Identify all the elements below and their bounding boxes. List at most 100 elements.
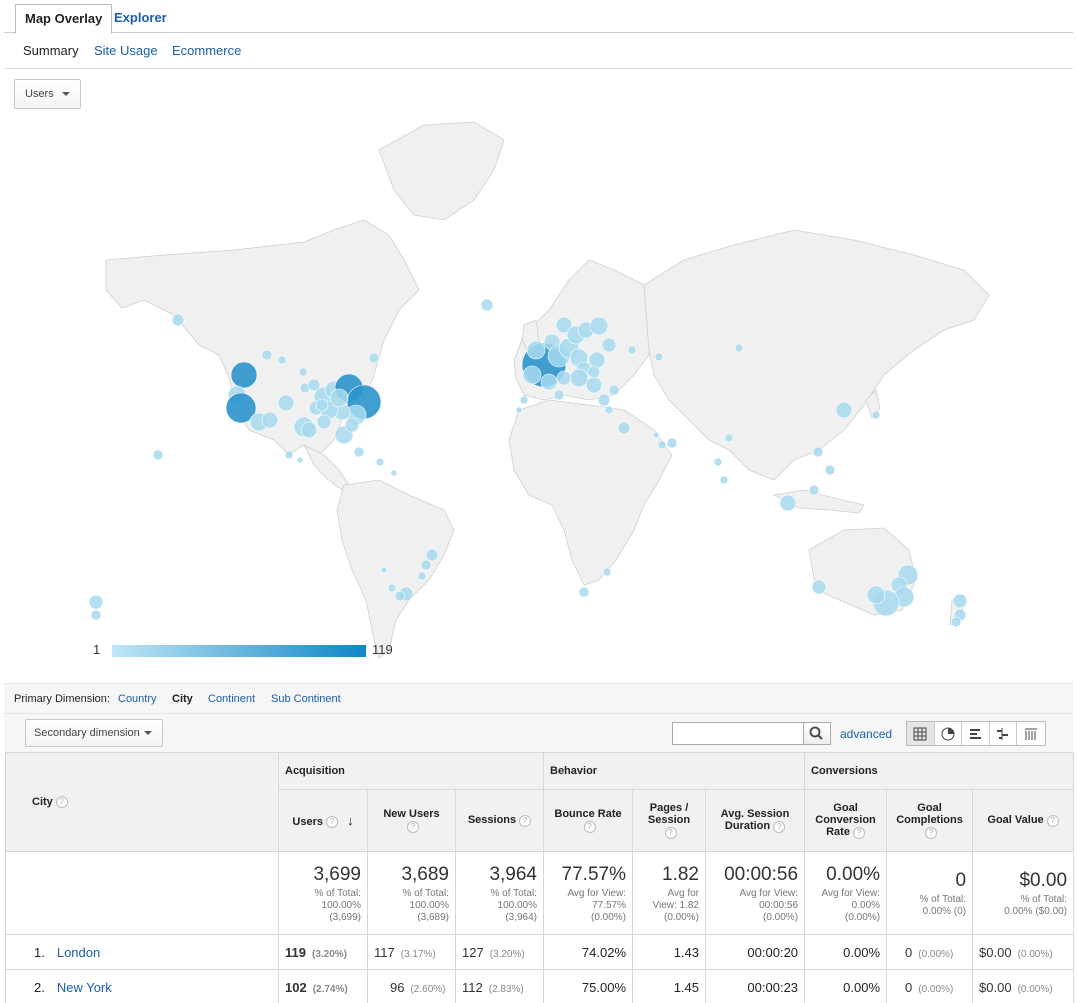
help-icon[interactable]: ? (664, 826, 677, 839)
column-header-new-users[interactable]: New Users? (367, 789, 456, 852)
city-bubble[interactable] (540, 373, 558, 391)
city-bubble[interactable] (390, 469, 398, 477)
city-bubble[interactable] (329, 388, 349, 408)
view-comparison-button[interactable] (990, 722, 1018, 745)
city-bubble[interactable] (300, 421, 318, 439)
help-icon[interactable]: ? (773, 820, 786, 833)
city-bubble[interactable] (724, 433, 734, 443)
help-icon[interactable]: ? (925, 826, 938, 839)
city-bubble[interactable] (811, 579, 827, 595)
help-icon[interactable]: ? (852, 826, 865, 839)
city-bubble[interactable] (261, 411, 279, 429)
city-bubble[interactable] (380, 566, 388, 574)
city-bubble[interactable] (515, 406, 523, 414)
dimension-continent[interactable]: Continent (208, 693, 255, 705)
city-bubble[interactable] (152, 449, 164, 461)
column-header-goal-conversion[interactable]: Goal Conversion Rate? (804, 789, 888, 852)
help-icon[interactable]: ? (519, 814, 532, 827)
metric-selector-dropdown[interactable]: Users (14, 79, 81, 109)
city-bubble[interactable] (950, 616, 962, 628)
city-bubble[interactable] (315, 398, 329, 412)
column-header-bounce-rate[interactable]: Bounce Rate? (543, 789, 633, 852)
city-bubble[interactable] (713, 457, 723, 467)
city-bubble[interactable] (425, 548, 439, 562)
city-bubble[interactable] (519, 395, 529, 405)
city-bubble[interactable] (779, 494, 797, 512)
column-header-sessions[interactable]: Sessions? (455, 789, 544, 852)
city-bubble[interactable] (585, 376, 603, 394)
city-bubble[interactable] (353, 446, 365, 458)
city-bubble[interactable] (608, 384, 620, 396)
city-bubble[interactable] (617, 421, 631, 435)
city-bubble[interactable] (627, 345, 637, 355)
subtab-site-usage[interactable]: Site Usage (94, 43, 158, 58)
city-bubble[interactable] (296, 456, 304, 464)
city-bubble[interactable] (871, 410, 881, 420)
city-bubble[interactable] (569, 368, 589, 388)
city-bubble[interactable] (824, 464, 836, 476)
city-bubble[interactable] (420, 559, 432, 571)
secondary-dimension-dropdown[interactable]: Secondary dimension (25, 719, 163, 747)
table-search-input[interactable] (672, 722, 804, 745)
city-bubble[interactable] (812, 446, 824, 458)
dimension-city[interactable]: City (172, 693, 193, 705)
help-icon[interactable]: ? (1046, 814, 1059, 827)
city-bubble[interactable] (866, 585, 886, 605)
column-header-avg-session[interactable]: Avg. Session Duration? (704, 789, 806, 852)
help-icon[interactable]: ? (583, 820, 596, 833)
city-bubble[interactable] (589, 316, 609, 336)
city-bubble[interactable] (368, 352, 380, 364)
city-bubble[interactable] (298, 367, 308, 377)
help-icon[interactable]: ? (407, 820, 419, 833)
city-bubble[interactable] (316, 414, 332, 430)
city-bubble[interactable] (526, 340, 546, 360)
city-bubble[interactable] (387, 583, 397, 593)
city-bubble[interactable] (417, 571, 427, 581)
city-bubble[interactable] (835, 401, 853, 419)
column-header-pages-session[interactable]: Pages / Session? (632, 789, 706, 852)
city-bubble[interactable] (90, 609, 102, 621)
city-bubble[interactable] (734, 343, 744, 353)
column-header-goal-value[interactable]: Goal Value? (972, 789, 1075, 852)
city-bubble[interactable] (284, 450, 294, 460)
view-performance-button[interactable] (962, 722, 990, 745)
city-bubble[interactable] (666, 437, 678, 449)
dimension-sub-continent[interactable]: Sub Continent (271, 693, 341, 705)
search-button[interactable] (803, 722, 831, 745)
city-bubble[interactable] (808, 484, 820, 496)
help-icon[interactable]: ? (55, 796, 68, 809)
city-bubble[interactable] (719, 475, 729, 485)
city-bubble[interactable] (654, 352, 664, 362)
city-bubble[interactable] (657, 440, 667, 450)
city-bubble[interactable] (652, 431, 660, 439)
city-bubble[interactable] (952, 593, 968, 609)
view-pie-button[interactable] (935, 722, 963, 745)
city-bubble[interactable] (480, 298, 494, 312)
subtab-summary[interactable]: Summary (23, 43, 79, 58)
sort-desc-icon[interactable]: ↓ (347, 813, 354, 828)
city-bubble[interactable] (375, 457, 385, 467)
city-bubble[interactable] (597, 393, 611, 407)
city-bubble[interactable] (171, 313, 185, 327)
advanced-filter-link[interactable]: advanced (840, 727, 892, 741)
view-table-button[interactable] (907, 722, 935, 745)
city-bubble[interactable] (553, 389, 565, 401)
column-header-goal-completions[interactable]: Goal Completions? (886, 789, 974, 852)
city-bubble[interactable] (587, 365, 601, 379)
city-bubble[interactable] (277, 355, 287, 365)
city-bubble[interactable] (578, 586, 590, 598)
city-bubble[interactable] (277, 394, 295, 412)
dimension-country[interactable]: Country (118, 693, 157, 705)
city-bubble[interactable] (522, 365, 542, 385)
world-map[interactable] (4, 110, 1073, 684)
city-bubble[interactable] (261, 349, 273, 361)
city-bubble[interactable] (604, 405, 614, 415)
city-bubble[interactable] (394, 590, 406, 602)
city-bubble[interactable] (556, 370, 572, 386)
tab-map-overlay[interactable]: Map Overlay (15, 4, 113, 34)
city-bubble[interactable] (344, 417, 360, 433)
help-icon[interactable]: ? (326, 816, 338, 829)
city-bubble[interactable] (601, 337, 617, 353)
view-pivot-button[interactable] (1017, 722, 1045, 745)
city-link[interactable]: London (57, 945, 100, 960)
